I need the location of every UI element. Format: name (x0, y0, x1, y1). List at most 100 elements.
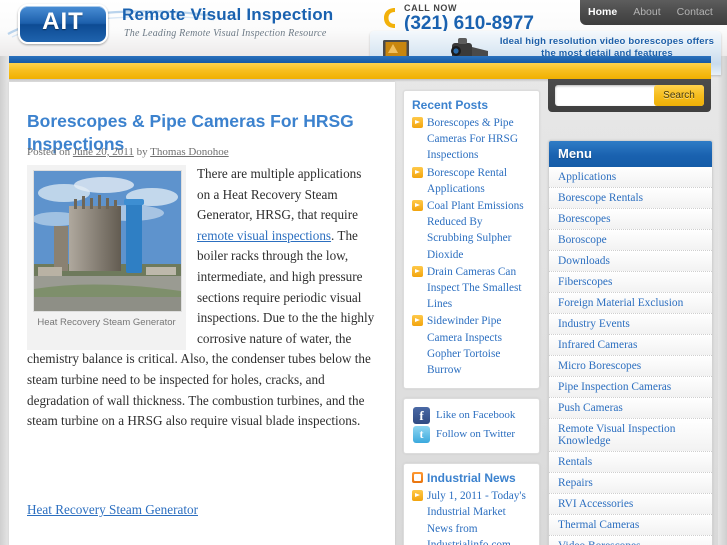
menu-item-boroscope[interactable]: Boroscope (549, 230, 712, 251)
page-edge-right (718, 0, 727, 545)
arrow-icon (412, 117, 423, 128)
list-item[interactable]: f Like on Facebook (412, 406, 531, 425)
recent-post-link[interactable]: Coal Plant Emissions Reduced By Scrubbin… (427, 200, 524, 261)
search-box[interactable]: Search (555, 85, 704, 106)
post-date-link[interactable]: June 20, 2011 (73, 146, 134, 158)
list-item[interactable]: Borescope Rental Applications (412, 165, 531, 197)
menu-item-downloads[interactable]: Downloads (549, 251, 712, 272)
accent-bar-blue (9, 56, 711, 63)
menu-link[interactable]: Borescopes (549, 209, 712, 229)
menu-item-foreign-material-exclusion[interactable]: Foreign Material Exclusion (549, 293, 712, 314)
facebook-link[interactable]: Like on Facebook (436, 409, 515, 421)
page-root: AIT Remote Visual Inspection The Leading… (0, 0, 727, 545)
menu-link[interactable]: RVI Accessories (549, 494, 712, 514)
image-float-spacer (27, 164, 197, 349)
logo-text: AIT (42, 8, 84, 35)
menu-link[interactable]: Industry Events (549, 314, 712, 334)
facebook-icon: f (413, 407, 430, 425)
call-now-block: CALL NOW (321) 610-8977 (404, 3, 534, 34)
recent-post-link[interactable]: Borescopes & Pipe Cameras For HRSG Inspe… (427, 117, 518, 161)
accent-bar (9, 56, 711, 79)
menu-link[interactable]: Remote Visual Inspection Knowledge (549, 419, 712, 451)
list-item[interactable]: Coal Plant Emissions Reduced By Scrubbin… (412, 198, 531, 263)
accent-bar-gold (9, 63, 711, 79)
menu-item-borescopes[interactable]: Borescopes (549, 209, 712, 230)
list-item[interactable]: Borescopes & Pipe Cameras For HRSG Inspe… (412, 115, 531, 164)
arrow-icon (412, 490, 423, 502)
menu-link[interactable]: Foreign Material Exclusion (549, 293, 712, 313)
menu-item-infrared-cameras[interactable]: Infrared Cameras (549, 335, 712, 356)
recent-post-link[interactable]: Sidewinder Pipe Camera Inspects Gopher T… (427, 315, 502, 376)
post-links: Heat Recovery Steam Generator Steam Turb… (27, 500, 367, 545)
menu-link[interactable]: Rentals (549, 452, 712, 472)
menu-item-video-borescopes[interactable]: Video Borescopes (549, 536, 712, 545)
right-menu: Menu Applications Borescope Rentals Bore… (548, 140, 713, 545)
main-content-panel: Borescopes & Pipe Cameras For HRSG Inspe… (9, 82, 395, 545)
post-author-link[interactable]: Thomas Donohoe (150, 146, 229, 158)
arrow-icon (412, 315, 423, 327)
menu-item-borescope-rentals[interactable]: Borescope Rentals (549, 188, 712, 209)
list-item[interactable]: July 1, 2011 - Today's Industrial Market… (412, 488, 531, 545)
news-link[interactable]: July 1, 2011 - Today's Industrial Market… (427, 490, 526, 545)
recent-post-link[interactable]: Drain Cameras Can Inspect The Smallest L… (427, 266, 522, 310)
post-body-part1: There are multiple applications on a Hea… (197, 166, 362, 223)
post-meta-prefix: Posted on (27, 146, 73, 158)
call-now-label: CALL NOW (404, 3, 458, 13)
post-meta: Posted on June 20, 2011 by Thomas Donoho… (27, 146, 229, 158)
twitter-icon: t (413, 426, 430, 444)
menu-list: Applications Borescope Rentals Borescope… (549, 167, 712, 545)
social-list: f Like on Facebook t Follow on Twitter (412, 406, 531, 444)
nav-item-about[interactable]: About (625, 0, 668, 25)
menu-link[interactable]: Infrared Cameras (549, 335, 712, 355)
menu-link[interactable]: Fiberscopes (549, 272, 712, 292)
list-item[interactable]: Drain Cameras Can Inspect The Smallest L… (412, 264, 531, 313)
menu-link[interactable]: Micro Borescopes (549, 356, 712, 376)
menu-item-pipe-inspection-cameras[interactable]: Pipe Inspection Cameras (549, 377, 712, 398)
menu-item-remote-visual-inspection-knowledge[interactable]: Remote Visual Inspection Knowledge (549, 419, 712, 452)
search-strip: Search (548, 79, 711, 112)
nav-item-contact[interactable]: Contact (669, 0, 721, 25)
site-title: Remote Visual Inspection (122, 5, 334, 24)
menu-item-rentals[interactable]: Rentals (549, 452, 712, 473)
menu-item-thermal-cameras[interactable]: Thermal Cameras (549, 515, 712, 536)
twitter-link[interactable]: Follow on Twitter (436, 428, 515, 440)
menu-link[interactable]: Applications (549, 167, 712, 187)
menu-link[interactable]: Pipe Inspection Cameras (549, 377, 712, 397)
menu-link[interactable]: Thermal Cameras (549, 515, 712, 535)
rss-icon (412, 472, 423, 484)
recent-post-link[interactable]: Borescope Rental Applications (427, 167, 507, 195)
menu-item-industry-events[interactable]: Industry Events (549, 314, 712, 335)
menu-item-rvi-accessories[interactable]: RVI Accessories (549, 494, 712, 515)
menu-item-applications[interactable]: Applications (549, 167, 712, 188)
site-logo[interactable]: AIT (18, 4, 108, 44)
menu-link[interactable]: Repairs (549, 473, 712, 493)
links-gap (27, 521, 367, 543)
menu-item-fiberscopes[interactable]: Fiberscopes (549, 272, 712, 293)
post-body: There are multiple applications on a Hea… (27, 164, 375, 432)
link-heat-recovery-steam-generator[interactable]: Heat Recovery Steam Generator (27, 500, 367, 521)
menu-link[interactable]: Boroscope (549, 230, 712, 250)
arrow-icon (412, 200, 423, 212)
widget-recent-posts: Recent Posts Borescopes & Pipe Cameras F… (403, 90, 540, 390)
menu-link[interactable]: Downloads (549, 251, 712, 271)
menu-link[interactable]: Push Cameras (549, 398, 712, 418)
menu-item-micro-borescopes[interactable]: Micro Borescopes (549, 356, 712, 377)
industrial-news-list: July 1, 2011 - Today's Industrial Market… (412, 488, 531, 545)
top-navigation: Home About Contact (580, 0, 727, 25)
page-edge-left (0, 0, 9, 545)
remote-visual-inspections-link[interactable]: remote visual inspections (197, 228, 331, 243)
arrow-icon (412, 166, 423, 178)
menu-link[interactable]: Borescope Rentals (549, 188, 712, 208)
nav-item-home[interactable]: Home (580, 0, 625, 25)
list-item[interactable]: t Follow on Twitter (412, 425, 531, 444)
menu-item-push-cameras[interactable]: Push Cameras (549, 398, 712, 419)
sidebar: Recent Posts Borescopes & Pipe Cameras F… (403, 90, 540, 545)
menu-link[interactable]: Video Borescopes (549, 536, 712, 545)
list-item[interactable]: Sidewinder Pipe Camera Inspects Gopher T… (412, 313, 531, 378)
menu-item-repairs[interactable]: Repairs (549, 473, 712, 494)
widget-social: f Like on Facebook t Follow on Twitter (403, 398, 540, 455)
recent-posts-title: Recent Posts (412, 98, 489, 112)
search-button[interactable]: Search (654, 85, 704, 106)
search-input[interactable] (559, 87, 655, 106)
industrial-news-title: Industrial News (412, 471, 531, 485)
